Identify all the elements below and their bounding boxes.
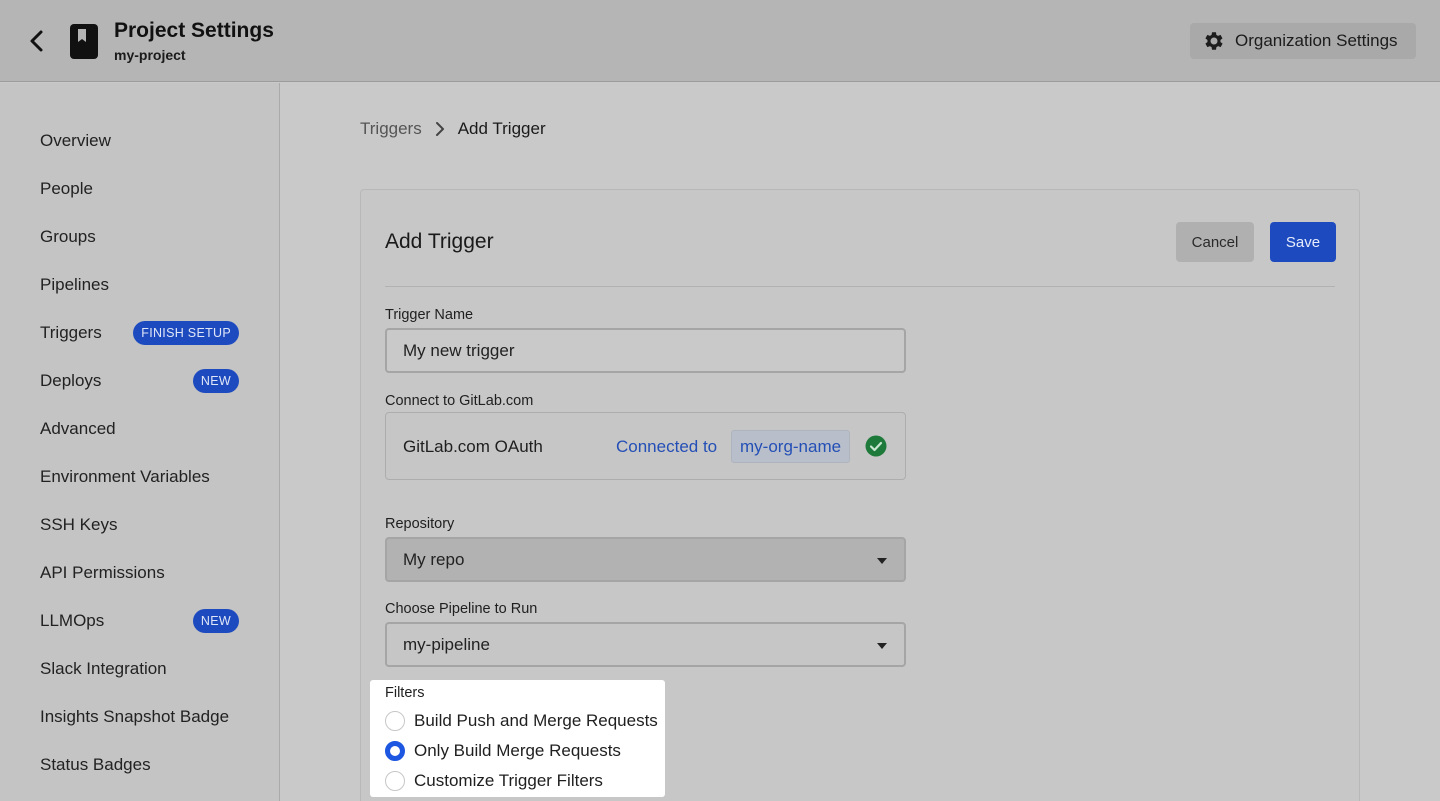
sidebar-item-llmops[interactable]: LLMOps NEW (40, 606, 240, 636)
sidebar-item-environment-variables[interactable]: Environment Variables (40, 462, 240, 492)
breadcrumb-current: Add Trigger (457, 119, 546, 138)
organization-settings-label: Organization Settings (1235, 31, 1398, 50)
sidebar-item-label: Insights Snapshot Badge (40, 707, 230, 726)
gear-icon (1205, 32, 1223, 50)
breadcrumb: Triggers Add Trigger (360, 119, 546, 139)
gitlab-oauth-box: GitLab.com OAuth Connected to my-org-nam… (385, 412, 906, 480)
sidebar-item-ssh-keys[interactable]: SSH Keys (40, 510, 240, 540)
top-header: Project Settings my-project Organization… (0, 0, 1440, 82)
sidebar-item-overview[interactable]: Overview (40, 126, 240, 156)
sidebar-item-advanced[interactable]: Advanced (40, 414, 240, 444)
sidebar-item-groups[interactable]: Groups (40, 222, 240, 252)
filters-section: Filters Build Push and Merge Requests On… (370, 680, 665, 797)
breadcrumb-triggers-link[interactable]: Triggers (360, 119, 422, 139)
sidebar-item-label: Overview (40, 131, 111, 150)
filters-label: Filters (385, 685, 425, 701)
sidebar-item-label: Pipelines (40, 275, 109, 294)
radio-button[interactable] (385, 771, 405, 791)
sidebar-item-insights-snapshot-badge[interactable]: Insights Snapshot Badge (40, 702, 240, 732)
sidebar-item-people[interactable]: People (40, 174, 240, 204)
repository-select[interactable]: My repo (385, 537, 906, 582)
filter-option-label: Customize Trigger Filters (414, 771, 603, 790)
sidebar-item-deploys[interactable]: Deploys NEW (40, 366, 240, 396)
connected-to-label: Connected to (616, 437, 718, 456)
org-name-chip: my-org-name (731, 430, 851, 463)
sidebar-item-label: Groups (40, 227, 96, 246)
sidebar-item-label: SSH Keys (40, 515, 118, 534)
trigger-name-label: Trigger Name (385, 307, 474, 323)
organization-settings-button[interactable]: Organization Settings (1190, 23, 1416, 59)
cancel-button[interactable]: Cancel (1176, 222, 1254, 262)
sidebar-item-status-badges[interactable]: Status Badges (40, 750, 240, 780)
pipeline-value: my-pipeline (403, 634, 490, 654)
pipeline-label: Choose Pipeline to Run (385, 601, 538, 617)
sidebar-item-pipelines[interactable]: Pipelines (40, 270, 240, 300)
filter-option-label: Build Push and Merge Requests (414, 711, 658, 730)
card-title: Add Trigger (385, 230, 494, 253)
page-title: Project Settings (114, 19, 274, 42)
caret-down-icon (877, 643, 887, 649)
repository-label: Repository (385, 516, 455, 532)
finish-setup-badge: FINISH SETUP (133, 321, 239, 345)
repository-value: My repo (403, 549, 465, 569)
sidebar-item-label: Advanced (40, 419, 116, 438)
new-badge: NEW (192, 609, 239, 633)
divider (385, 286, 1335, 287)
sidebar-item-label: API Permissions (40, 563, 165, 582)
settings-sidebar: Overview People Groups Pipelines Trigger… (0, 83, 280, 801)
sidebar-item-triggers[interactable]: Triggers FINISH SETUP (40, 318, 240, 348)
filter-option-label: Only Build Merge Requests (414, 741, 621, 760)
sidebar-item-label: Deploys (40, 371, 102, 390)
filter-option-customize[interactable]: Customize Trigger Filters (385, 769, 603, 793)
sidebar-item-label: People (40, 179, 93, 198)
save-button[interactable]: Save (1270, 222, 1336, 262)
pipeline-select[interactable]: my-pipeline (385, 622, 906, 667)
oauth-provider-name: GitLab.com OAuth (403, 437, 543, 456)
sidebar-item-slack-integration[interactable]: Slack Integration (40, 654, 240, 684)
radio-button-selected[interactable] (385, 741, 405, 761)
sidebar-item-label: Environment Variables (40, 467, 210, 486)
filter-option-push-and-merge[interactable]: Build Push and Merge Requests (385, 709, 658, 733)
sidebar-item-label: LLMOps (40, 611, 105, 630)
sidebar-item-api-permissions[interactable]: API Permissions (40, 558, 240, 588)
connect-gitlab-label: Connect to GitLab.com (385, 393, 534, 409)
check-circle-icon (865, 435, 887, 457)
project-name: my-project (114, 47, 186, 63)
sidebar-item-label: Triggers (40, 323, 102, 342)
sidebar-item-label: Slack Integration (40, 659, 167, 678)
trigger-name-input[interactable] (385, 328, 906, 373)
caret-down-icon (877, 558, 887, 564)
chevron-right-icon (435, 122, 444, 136)
new-badge: NEW (192, 369, 239, 393)
back-arrow-icon[interactable] (24, 28, 50, 54)
sidebar-item-label: Status Badges (40, 755, 151, 774)
radio-button[interactable] (385, 711, 405, 731)
filter-option-only-merge[interactable]: Only Build Merge Requests (385, 739, 621, 763)
project-book-icon (70, 24, 98, 59)
